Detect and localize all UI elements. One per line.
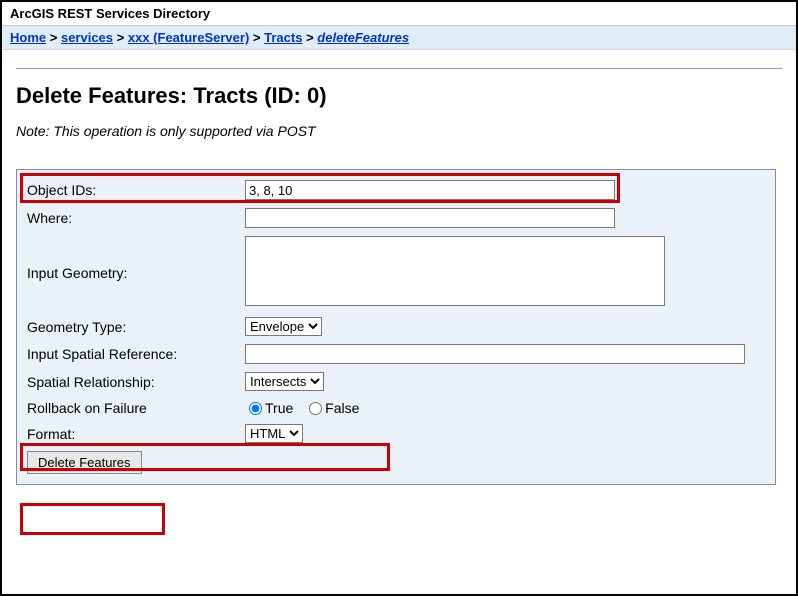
breadcrumb-sep: > [306,30,317,45]
breadcrumb-featureserver[interactable]: xxx (FeatureServer) [128,30,249,45]
input-geometry-textarea[interactable] [245,236,665,306]
object-ids-label: Object IDs: [23,176,241,204]
note-text: Note: This operation is only supported v… [16,123,782,139]
breadcrumb-sep: > [253,30,264,45]
spatial-rel-label: Spatial Relationship: [23,368,241,395]
rollback-false-radio[interactable] [309,402,322,415]
breadcrumb-home[interactable]: Home [10,30,46,45]
spatial-rel-select[interactable]: Intersects [245,372,324,391]
delete-features-button[interactable]: Delete Features [27,451,142,474]
breadcrumb-services[interactable]: services [61,30,113,45]
rollback-label: Rollback on Failure [23,395,241,420]
geometry-type-label: Geometry Type: [23,313,241,340]
where-input[interactable] [245,208,615,228]
highlight-submit [20,503,165,535]
header-title: ArcGIS REST Services Directory [10,6,210,21]
input-geometry-label: Input Geometry: [23,232,241,313]
breadcrumb-tracts[interactable]: Tracts [264,30,302,45]
format-select[interactable]: HTML [245,424,303,443]
format-label: Format: [23,420,241,447]
rollback-true-radio[interactable] [249,402,262,415]
input-sr-input[interactable] [245,344,745,364]
breadcrumb-sep: > [50,30,61,45]
breadcrumb-deletefeatures[interactable]: deleteFeatures [317,30,409,45]
breadcrumb-sep: > [117,30,128,45]
geometry-type-select[interactable]: Envelope [245,317,322,336]
input-sr-label: Input Spatial Reference: [23,340,241,368]
directory-header: ArcGIS REST Services Directory [2,2,796,26]
divider [16,68,782,69]
where-label: Where: [23,204,241,232]
form-panel: Object IDs: Where: Input Geometry: [16,169,776,485]
breadcrumb: Home > services > xxx (FeatureServer) > … [2,26,796,50]
page-title: Delete Features: Tracts (ID: 0) [16,83,782,109]
rollback-false-option[interactable]: False [305,399,367,415]
object-ids-input[interactable] [245,180,615,200]
rollback-true-option[interactable]: True [245,399,305,415]
